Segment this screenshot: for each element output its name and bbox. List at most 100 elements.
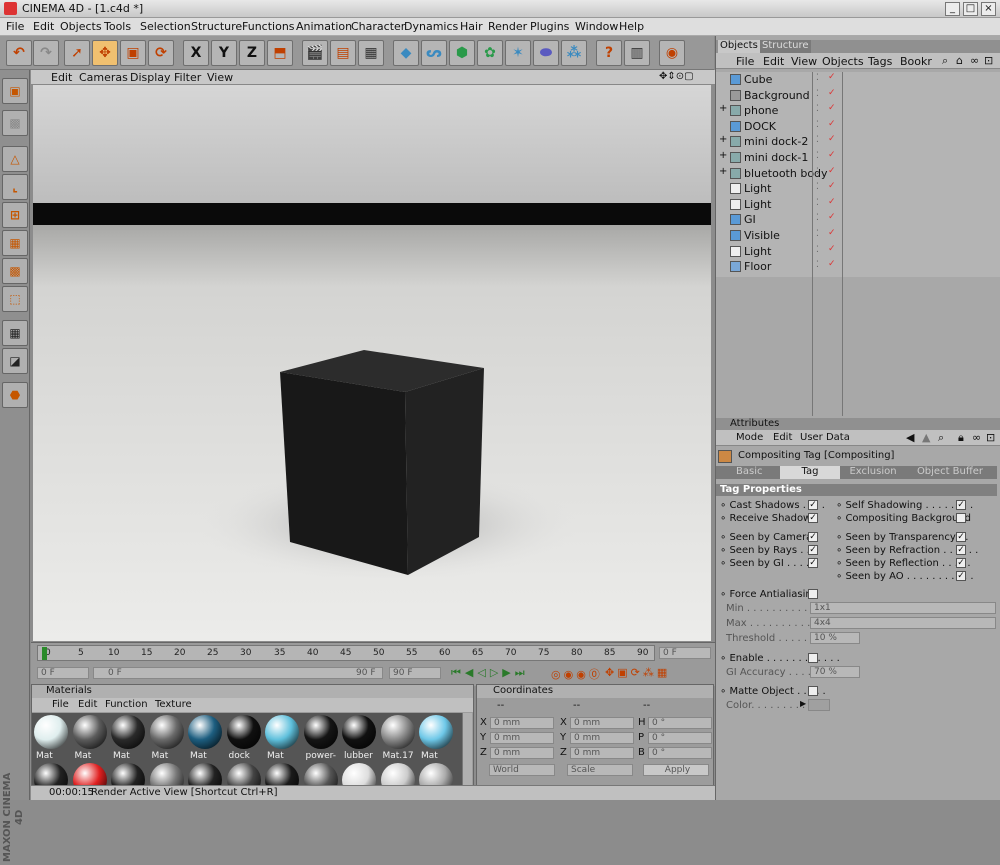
tab-objects[interactable]: Objects xyxy=(718,40,760,53)
object-name[interactable]: bluetooth body xyxy=(744,167,828,180)
obj-menu-file[interactable]: File xyxy=(736,55,754,68)
expand-arrow-icon[interactable]: ▶ xyxy=(800,699,806,708)
attr-menu-edit[interactable]: Edit xyxy=(773,432,792,443)
menu-plugins[interactable]: Plugins xyxy=(530,20,569,33)
object-name[interactable]: Background xyxy=(744,89,810,102)
seen-by-ao-checkbox[interactable]: ✓ xyxy=(956,571,966,581)
render-region-icon[interactable]: ▤ xyxy=(330,40,356,66)
mat-menu-function[interactable]: Function xyxy=(105,699,148,710)
size-x-field[interactable]: 0 mm xyxy=(570,717,634,729)
z-axis-button[interactable]: Z xyxy=(239,40,265,66)
visibility-dots[interactable]: ⁚ xyxy=(816,89,819,99)
up-arrow-icon[interactable]: ▲ xyxy=(922,431,930,444)
tab-structure[interactable]: Structure xyxy=(760,40,811,53)
position-y-field[interactable]: 0 mm xyxy=(490,732,554,744)
menu-functions[interactable]: Functions xyxy=(242,20,295,33)
timeline-ruler[interactable]: 0 5 10 15 20 25 30 35 40 45 50 55 60 65 … xyxy=(37,645,655,661)
material-swatch[interactable]: Mat xyxy=(265,715,301,761)
material-swatch[interactable]: Mat xyxy=(34,715,70,761)
checker-icon[interactable]: ▦ xyxy=(2,320,28,346)
object-name[interactable]: GI xyxy=(744,213,756,226)
render-toggle-icon[interactable]: ✓ xyxy=(828,212,836,222)
current-frame-field[interactable]: 0 F xyxy=(659,647,711,659)
threshold-field[interactable]: 10 % xyxy=(810,632,860,644)
cast-shadows-checkbox[interactable]: ✓ xyxy=(808,500,818,510)
menu-window[interactable]: Window xyxy=(575,20,618,33)
matte-object-checkbox[interactable] xyxy=(808,686,818,696)
visibility-dots[interactable]: ⁚ xyxy=(816,167,819,177)
seen-by-refraction-checkbox[interactable]: ✓ xyxy=(956,545,966,555)
viewport-menu-cameras[interactable]: Cameras xyxy=(79,71,128,84)
rotation-b-field[interactable]: 0 ° xyxy=(648,747,712,759)
position-x-field[interactable]: 0 mm xyxy=(490,717,554,729)
material-swatch[interactable]: lubber xyxy=(342,715,378,761)
material-swatch[interactable]: Mat xyxy=(419,715,455,761)
add-nurbs-icon[interactable]: ⬢ xyxy=(449,40,475,66)
mat-menu-texture[interactable]: Texture xyxy=(155,699,192,710)
frame-range-slider[interactable]: 0 F 90 F xyxy=(93,667,383,679)
uv-mode-icon[interactable]: ◪ xyxy=(2,348,28,374)
help-icon[interactable]: ? xyxy=(596,40,622,66)
self-shadowing-checkbox[interactable]: ✓ xyxy=(956,500,966,510)
layout-icon[interactable]: ▥ xyxy=(624,40,650,66)
expand-toggle[interactable]: + xyxy=(719,134,727,145)
visibility-dots[interactable]: ⁚ xyxy=(816,120,819,130)
object-row[interactable]: Floor ⁚ ✓ xyxy=(716,259,1000,274)
menu-dynamics[interactable]: Dynamics xyxy=(404,20,458,33)
object-row[interactable]: Light ⁚ ✓ xyxy=(716,181,1000,196)
model-mode-icon[interactable]: △ xyxy=(2,146,28,172)
select-arrow-icon[interactable]: ➚ xyxy=(64,40,90,66)
tab-basic[interactable]: Basic xyxy=(720,466,778,479)
apply-button[interactable]: Apply xyxy=(643,764,709,776)
start-frame-field[interactable]: 0 F xyxy=(37,667,89,679)
render-toggle-icon[interactable]: ✓ xyxy=(828,150,836,160)
menu-structure[interactable]: Structure xyxy=(191,20,242,33)
menu-help[interactable]: Help xyxy=(619,20,644,33)
menu-animation[interactable]: Animation xyxy=(296,20,352,33)
object-name[interactable]: Light xyxy=(744,245,771,258)
render-toggle-icon[interactable]: ✓ xyxy=(828,134,836,144)
menu-hair[interactable]: Hair xyxy=(460,20,483,33)
coordinate-system-icon[interactable]: ⬒ xyxy=(267,40,293,66)
object-row[interactable]: DOCK ⁚ ✓ xyxy=(716,119,1000,134)
new-window-icon[interactable]: ⊡ xyxy=(986,431,995,444)
menu-render[interactable]: Render xyxy=(488,20,527,33)
move-icon[interactable]: ✥ xyxy=(92,40,118,66)
mat-menu-file[interactable]: File xyxy=(52,699,69,710)
obj-menu-view[interactable]: View xyxy=(791,55,817,68)
object-name[interactable]: Cube xyxy=(744,73,772,86)
render-toggle-icon[interactable]: ✓ xyxy=(828,244,836,254)
color-swatch[interactable] xyxy=(808,699,830,711)
playhead[interactable] xyxy=(42,647,47,660)
size-y-field[interactable]: 0 mm xyxy=(570,732,634,744)
add-scene-icon[interactable]: ⬬ xyxy=(533,40,559,66)
viewport-menu-display[interactable]: Display xyxy=(130,71,171,84)
material-swatch[interactable]: Mat xyxy=(149,715,186,761)
menu-selection[interactable]: Selection xyxy=(140,20,191,33)
viewport-menu-view[interactable]: View xyxy=(207,71,233,84)
size-z-field[interactable]: 0 mm xyxy=(570,747,634,759)
add-cube-icon[interactable]: ◆ xyxy=(393,40,419,66)
object-row[interactable]: GI ⁚ ✓ xyxy=(716,212,1000,227)
visibility-dots[interactable]: ⁚ xyxy=(816,213,819,223)
viewport-menu-filter[interactable]: Filter xyxy=(174,71,201,84)
maximize-button[interactable]: □ xyxy=(963,2,978,16)
edges-mode-icon[interactable]: ▦ xyxy=(2,230,28,256)
tab-object-buffer[interactable]: Object Buffer xyxy=(906,466,994,479)
visibility-dots[interactable]: ⁚ xyxy=(816,182,819,192)
key-record-controls[interactable]: ✥▣⟳⁂▦ xyxy=(605,666,670,679)
visibility-dots[interactable]: ⁚ xyxy=(816,245,819,255)
render-toggle-icon[interactable]: ✓ xyxy=(828,259,836,269)
x-axis-button[interactable]: X xyxy=(183,40,209,66)
viewport-menu-edit[interactable]: Edit xyxy=(51,71,72,84)
material-swatch[interactable]: Mat xyxy=(188,715,224,761)
visibility-dots[interactable]: ⁚ xyxy=(816,198,819,208)
object-row[interactable]: + bluetooth body ⁚ ✓ xyxy=(716,166,1000,181)
material-swatch[interactable]: dock xyxy=(226,715,263,761)
render-toggle-icon[interactable]: ✓ xyxy=(828,197,836,207)
receive-shadows-checkbox[interactable]: ✓ xyxy=(808,513,818,523)
render-toggle-icon[interactable]: ✓ xyxy=(828,88,836,98)
back-arrow-icon[interactable]: ◀ xyxy=(906,431,914,444)
texture-mode-icon[interactable]: ▩ xyxy=(2,110,28,136)
close-button[interactable]: × xyxy=(981,2,996,16)
